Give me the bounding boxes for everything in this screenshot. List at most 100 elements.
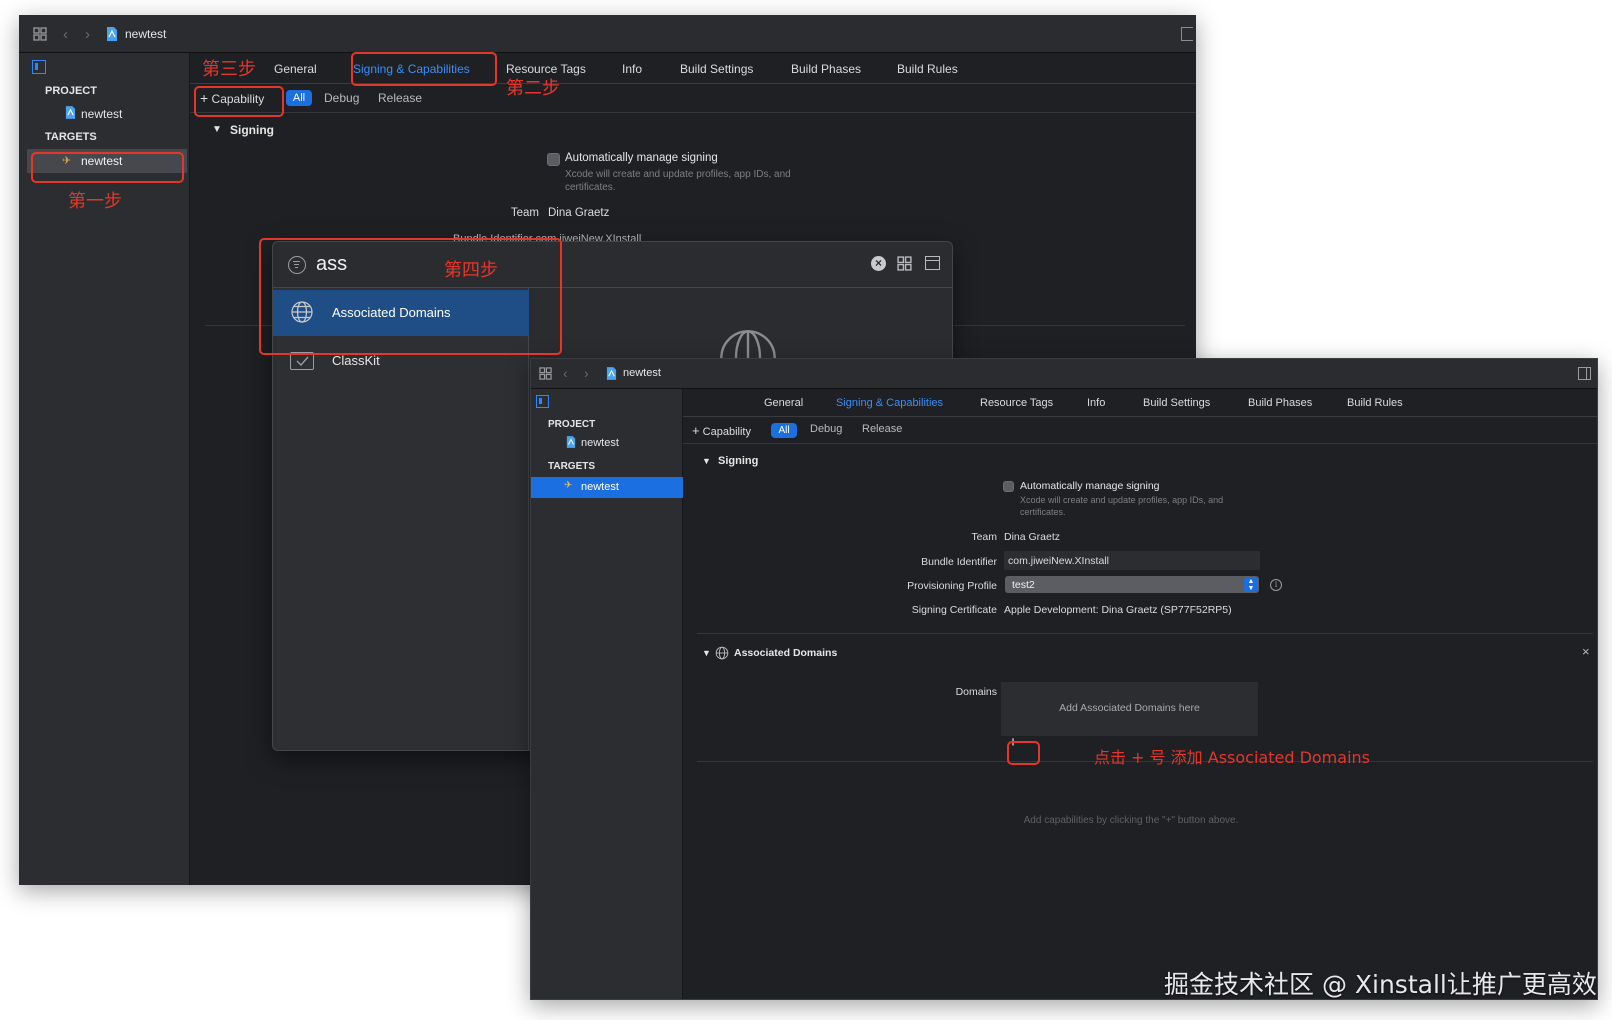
navigator-icon[interactable] — [536, 395, 549, 408]
window-title: newtest — [623, 367, 661, 379]
plus-icon: + — [692, 423, 700, 438]
annotation-step1: 第一步 — [68, 191, 122, 212]
highlight-add-domain-button — [1007, 741, 1040, 765]
info-icon[interactable]: i — [1270, 579, 1282, 591]
filter-debug[interactable]: Debug — [324, 91, 359, 105]
tab-info[interactable]: Info — [622, 62, 642, 76]
stepper-arrows-icon: ▲ ▼ — [1244, 577, 1258, 592]
provisioning-profile-label: Provisioning Profile — [907, 580, 997, 592]
tab-build-settings[interactable]: Build Settings — [680, 62, 753, 76]
auto-manage-desc-2: certificates. — [565, 182, 616, 193]
project-header: PROJECT — [45, 85, 97, 97]
highlight-signing-tab — [351, 52, 497, 86]
tab-resource-tags[interactable]: Resource Tags — [980, 397, 1053, 409]
auto-manage-desc-1: Xcode will create and update profiles, a… — [565, 169, 791, 180]
sidebar-item-project[interactable]: newtest — [81, 107, 122, 121]
team-value: Dina Graetz — [548, 207, 610, 219]
domains-list-box[interactable]: Add Associated Domains here — [1001, 682, 1258, 736]
filter-all[interactable]: All — [286, 90, 312, 106]
project-header: PROJECT — [548, 419, 596, 430]
project-file-icon — [65, 106, 76, 119]
front-sidebar: PROJECT newtest TARGETS ✈ newtest — [531, 389, 683, 999]
filter-release[interactable]: Release — [378, 91, 422, 105]
sidebar-item-target-selected[interactable]: ✈ newtest — [531, 477, 683, 498]
clear-search-icon[interactable]: × — [871, 256, 886, 271]
detail-view-icon[interactable] — [925, 256, 940, 270]
filter-release[interactable]: Release — [862, 423, 902, 435]
sidebar-item-target-label: newtest — [581, 481, 619, 493]
tab-build-rules[interactable]: Build Rules — [1347, 397, 1403, 409]
project-file-icon — [606, 367, 617, 380]
team-label: Team — [510, 207, 539, 219]
sidebar-item-project[interactable]: newtest — [581, 437, 619, 449]
signing-certificate-value: Apple Development: Dina Graetz (SP77F52R… — [1004, 604, 1232, 616]
back-chevron-icon[interactable]: ‹ — [63, 26, 68, 43]
annotation-step2: 第二步 — [506, 78, 560, 99]
highlight-target-newtest — [31, 152, 184, 183]
tab-general[interactable]: General — [764, 397, 803, 409]
targets-header: TARGETS — [548, 461, 596, 472]
highlight-associated-domains-result — [259, 238, 562, 355]
auto-manage-desc-1: Xcode will create and update profiles, a… — [1020, 495, 1224, 505]
signing-header: Signing — [230, 123, 274, 137]
signing-disclosure-icon[interactable]: ▼ — [212, 124, 222, 135]
tab-build-settings[interactable]: Build Settings — [1143, 397, 1210, 409]
front-title-bar: ‹ › newtest — [531, 359, 1597, 389]
tab-build-phases[interactable]: Build Phases — [1248, 397, 1312, 409]
watermark: 掘金技术社区 @ Xinstall让推广更高效 — [1164, 970, 1597, 999]
front-tab-bar: General Signing & Capabilities Resource … — [683, 389, 1597, 417]
auto-manage-checkbox[interactable] — [1003, 481, 1014, 492]
tab-signing-capabilities[interactable]: Signing & Capabilities — [836, 397, 943, 409]
team-label: Team — [971, 531, 997, 543]
back-chevron-icon[interactable]: ‹ — [563, 365, 568, 381]
remove-capability-close-icon[interactable]: × — [1582, 644, 1590, 659]
associated-domains-disclosure-icon[interactable]: ▼ — [702, 648, 711, 658]
tab-build-rules[interactable]: Build Rules — [897, 62, 958, 76]
grid-view-icon[interactable] — [897, 256, 912, 271]
tab-info[interactable]: Info — [1087, 397, 1105, 409]
result-classkit-label: ClassKit — [332, 353, 380, 368]
project-file-icon — [106, 27, 118, 41]
section-divider — [697, 633, 1593, 634]
auto-manage-checkbox[interactable] — [547, 153, 560, 166]
filter-all[interactable]: All — [771, 423, 797, 438]
forward-chevron-icon[interactable]: › — [85, 26, 90, 43]
bundle-identifier-field[interactable]: com.jiweiNew.XInstall — [1004, 551, 1260, 570]
empty-capabilities-hint: Add capabilities by clicking the "+" but… — [1023, 815, 1239, 826]
forward-chevron-icon[interactable]: › — [584, 365, 589, 381]
provisioning-profile-select[interactable]: test2 ▲ ▼ — [1005, 576, 1259, 593]
signing-header: Signing — [718, 455, 759, 467]
project-file-icon — [566, 436, 576, 448]
annotation-step4: 第四步 — [444, 260, 498, 281]
navigator-icon[interactable] — [32, 60, 46, 74]
annotation-add-note: 点击 + 号 添加 Associated Domains — [1094, 748, 1370, 767]
bundle-identifier-value: com.jiweiNew.XInstall — [1008, 555, 1109, 567]
provisioning-profile-value: test2 — [1012, 579, 1035, 591]
back-title-bar: ‹ › newtest — [19, 15, 1196, 53]
add-capability-button[interactable]: + Capability — [692, 423, 751, 438]
tab-general[interactable]: General — [274, 62, 317, 76]
filter-bar: + Capability All Debug Release — [683, 417, 1597, 444]
capability-label: Capability — [702, 426, 751, 438]
auto-manage-label: Automatically manage signing — [1020, 480, 1160, 492]
front-xcode-window: ‹ › newtest PROJECT newtest TARGETS ✈ ne… — [530, 358, 1598, 1000]
globe-icon — [715, 646, 729, 660]
tab-build-phases[interactable]: Build Phases — [791, 62, 861, 76]
inspector-toggle-icon[interactable] — [1181, 27, 1193, 41]
auto-manage-desc-2: certificates. — [1020, 507, 1066, 517]
grid-icon[interactable] — [33, 27, 47, 41]
bundle-identifier-label: Bundle Identifier — [921, 556, 997, 568]
back-tab-bar: General Signing & Capabilities Resource … — [190, 53, 1196, 84]
popup-result-list: Associated Domains ClassKit — [273, 288, 529, 750]
inspector-toggle-icon[interactable] — [1578, 367, 1591, 380]
domains-label: Domains — [955, 686, 997, 698]
associated-domains-header: Associated Domains — [734, 647, 838, 659]
window-title: newtest — [125, 27, 167, 41]
grid-icon[interactable] — [539, 367, 552, 380]
annotation-step3: 第三步 — [202, 59, 256, 80]
filter-debug[interactable]: Debug — [810, 423, 842, 435]
auto-manage-label: Automatically manage signing — [565, 152, 718, 164]
app-target-icon: ✈ — [564, 480, 573, 491]
signing-disclosure-icon[interactable]: ▼ — [702, 456, 711, 466]
highlight-capability-button — [194, 86, 284, 117]
